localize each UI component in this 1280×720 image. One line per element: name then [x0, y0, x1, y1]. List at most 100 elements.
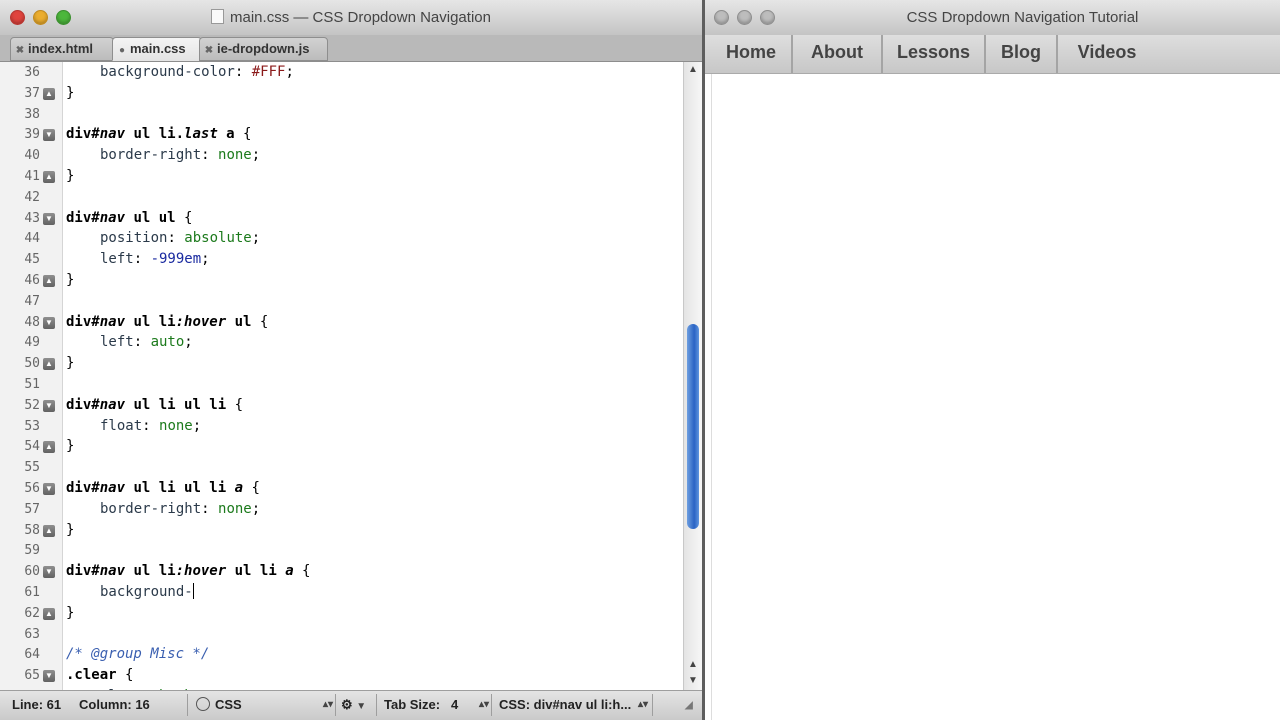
tab-size-selector[interactable]: Tab Size: 4 — [384, 697, 458, 712]
code-text[interactable]: div#nav ul li:hover ul { — [66, 312, 268, 333]
code-token: nav — [99, 313, 126, 330]
code-line[interactable]: 65 ▼ .clear { — [0, 665, 683, 686]
code-text[interactable]: } — [66, 436, 74, 457]
gear-menu-button[interactable]: ⚙ ▼ — [341, 697, 366, 713]
code-line[interactable]: 55 — [0, 457, 683, 478]
resize-grip-icon[interactable]: ◢ — [685, 700, 693, 711]
code-line[interactable]: 48 ▼ div#nav ul li:hover ul { — [0, 312, 683, 333]
code-line[interactable]: 43 ▼ div#nav ul ul { — [0, 208, 683, 229]
tab-ie-dropdown-js[interactable]: ✖ ie-dropdown.js — [199, 37, 328, 61]
code-text[interactable]: } — [66, 603, 74, 624]
fold-end-icon[interactable]: ▲ — [43, 171, 55, 183]
close-tab-icon[interactable]: ✖ — [204, 40, 214, 60]
code-text[interactable]: } — [66, 353, 74, 374]
code-text[interactable]: left: auto; — [100, 332, 193, 353]
code-line[interactable]: 39 ▼ div#nav ul li.last a { — [0, 124, 683, 145]
line-number: 48 — [24, 314, 40, 330]
code-line[interactable]: 40 border-right: none; — [0, 145, 683, 166]
vertical-scrollbar[interactable]: ▲ ▲ ▼ — [683, 62, 702, 690]
code-line[interactable]: 54 ▲} — [0, 436, 683, 457]
code-line[interactable]: 49 left: auto; — [0, 332, 683, 353]
nav-lessons[interactable]: Lessons — [883, 35, 986, 73]
code-text[interactable]: div#nav ul li.last a { — [66, 124, 251, 145]
fold-end-icon[interactable]: ▲ — [43, 607, 55, 620]
code-text[interactable]: /* @group Misc */ — [66, 644, 209, 665]
code-line[interactable]: 36 background-color: #FFF; — [0, 62, 683, 83]
code-line[interactable]: 37 ▲} — [0, 83, 683, 104]
updown-arrows-icon[interactable]: ▴▾ — [323, 699, 333, 710]
code-text[interactable]: } — [66, 270, 74, 291]
code-line[interactable]: 50 ▲} — [0, 353, 683, 374]
close-tab-icon[interactable]: ✖ — [15, 40, 25, 60]
code-text[interactable]: .clear { — [66, 665, 133, 686]
updown-arrows-icon[interactable]: ▴▾ — [479, 699, 489, 710]
code-line[interactable]: 45 left: -999em; — [0, 249, 683, 270]
code-text[interactable]: } — [66, 83, 74, 104]
code-line[interactable]: 38 — [0, 104, 683, 125]
code-line[interactable]: 61 background- — [0, 582, 683, 603]
close-window-button[interactable] — [714, 10, 729, 25]
code-line[interactable]: 57 border-right: none; — [0, 499, 683, 520]
browser-titlebar[interactable]: CSS Dropdown Navigation Tutorial — [705, 0, 1280, 36]
code-text[interactable]: div#nav ul li ul li a { — [66, 478, 260, 499]
fold-start-icon[interactable]: ▼ — [43, 670, 55, 683]
editor-titlebar[interactable]: main.css — CSS Dropdown Navigation — [0, 0, 702, 36]
fold-start-icon[interactable]: ▼ — [43, 566, 55, 579]
code-line[interactable]: 51 — [0, 374, 683, 395]
fold-start-icon[interactable]: ▼ — [43, 212, 55, 225]
nav-home[interactable]: Home — [711, 35, 793, 73]
fold-end-icon[interactable]: ▲ — [43, 358, 55, 371]
code-text[interactable]: } — [66, 166, 74, 187]
code-line[interactable]: 59 — [0, 540, 683, 561]
fold-start-icon[interactable]: ▼ — [43, 316, 55, 329]
symbol-selector[interactable]: CSS: div#nav ul li:h... — [499, 697, 631, 712]
code-line[interactable]: 46 ▲} — [0, 270, 683, 291]
code-line[interactable]: 58 ▲} — [0, 520, 683, 541]
code-line[interactable]: 56 ▼ div#nav ul li ul li a { — [0, 478, 683, 499]
code-line[interactable]: 42 — [0, 187, 683, 208]
fold-start-icon[interactable]: ▼ — [43, 129, 55, 142]
scroll-up-icon[interactable]: ▲ — [687, 659, 699, 671]
fold-start-icon[interactable]: ▼ — [43, 483, 55, 495]
code-text[interactable]: position: absolute; — [100, 228, 260, 249]
fold-start-icon[interactable]: ▼ — [43, 399, 55, 412]
code-line[interactable]: 60 ▼ div#nav ul li:hover ul li a { — [0, 561, 683, 582]
code-text[interactable]: border-right: none; — [100, 145, 260, 166]
code-text[interactable]: float: none; — [100, 416, 201, 437]
minimize-window-button[interactable] — [737, 10, 752, 25]
line-number: 58 — [24, 522, 40, 538]
code-text[interactable]: left: -999em; — [100, 249, 210, 270]
fold-end-icon[interactable]: ▲ — [43, 87, 55, 100]
language-selector[interactable]: CSS — [196, 697, 242, 712]
code-line[interactable]: 62 ▲} — [0, 603, 683, 624]
code-line[interactable]: 47 — [0, 291, 683, 312]
scroll-up-icon[interactable]: ▲ — [687, 64, 699, 76]
code-text[interactable]: border-right: none; — [100, 499, 260, 520]
code-line[interactable]: 44 position: absolute; — [0, 228, 683, 249]
nav-videos[interactable]: Videos — [1058, 35, 1156, 73]
code-text[interactable]: div#nav ul li ul li { — [66, 395, 243, 416]
code-line[interactable]: 53 float: none; — [0, 416, 683, 437]
nav-about[interactable]: About — [793, 35, 883, 73]
updown-arrows-icon[interactable]: ▴▾ — [638, 699, 648, 710]
code-line[interactable]: 41 ▲} — [0, 166, 683, 187]
fold-end-icon[interactable]: ▲ — [43, 524, 55, 537]
code-editor[interactable]: 36 background-color: #FFF; 37 ▲} 38 39 ▼ div#na… — [0, 62, 683, 690]
fold-end-icon[interactable]: ▲ — [43, 275, 55, 287]
code-text[interactable]: } — [66, 520, 74, 541]
code-text[interactable]: background-color: #FFF; — [100, 62, 294, 83]
code-line[interactable]: 64 /* @group Misc */ — [0, 644, 683, 665]
code-text[interactable]: div#nav ul ul { — [66, 208, 192, 229]
language-label: CSS — [215, 697, 242, 712]
modified-dot-icon[interactable]: ● — [117, 40, 127, 60]
code-line[interactable]: 63 — [0, 624, 683, 645]
fold-end-icon[interactable]: ▲ — [43, 441, 55, 454]
tab-main-css[interactable]: ● main.css — [112, 37, 202, 61]
tab-index-html[interactable]: ✖ index.html — [10, 37, 114, 61]
code-text[interactable]: background- — [100, 582, 194, 603]
code-line[interactable]: 52 ▼ div#nav ul li ul li { — [0, 395, 683, 416]
nav-blog[interactable]: Blog — [986, 35, 1058, 73]
scrollbar-thumb[interactable] — [687, 324, 699, 529]
scroll-down-icon[interactable]: ▼ — [687, 675, 699, 687]
code-text[interactable]: div#nav ul li:hover ul li a { — [66, 561, 310, 582]
